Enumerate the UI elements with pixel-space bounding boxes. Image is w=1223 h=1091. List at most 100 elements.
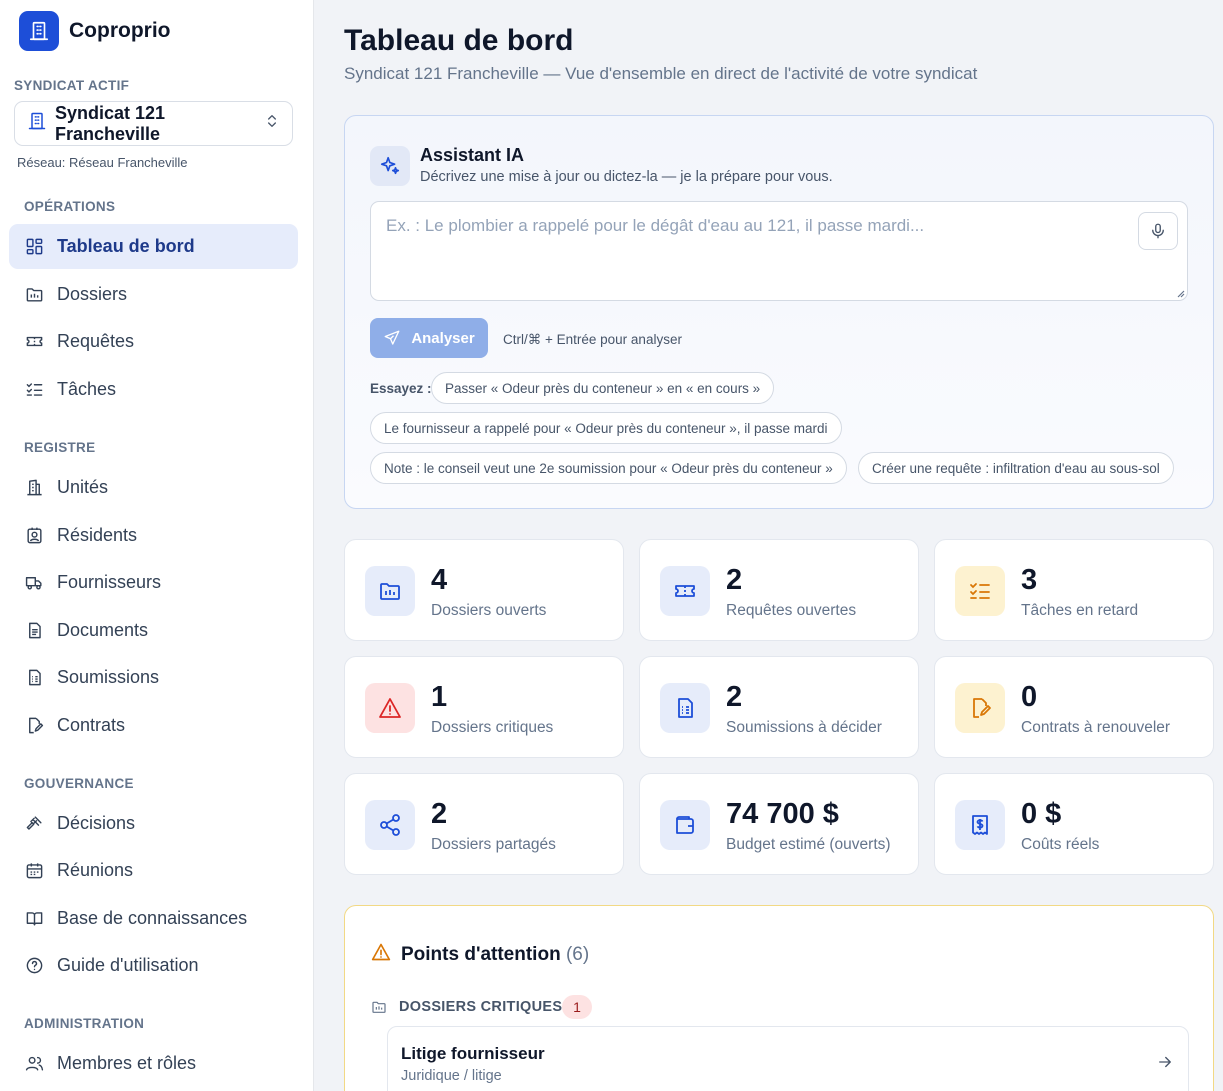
stat-card-budget[interactable]: 74 700 $ Budget estimé (ouverts) [639, 773, 919, 875]
nav-label: Base de connaissances [57, 908, 248, 928]
nav-label: Guide d'utilisation [57, 955, 199, 975]
chevron-updown-icon [264, 113, 280, 134]
section-administration: ADMINISTRATION [24, 1016, 145, 1031]
attention-title-text: Points d'attention [401, 944, 561, 965]
stat-label: Coûts réels [1021, 836, 1100, 853]
stat-card-couts-reels[interactable]: 0 $ Coûts réels [934, 773, 1214, 875]
assistant-input[interactable]: Ex. : Le plombier a rappelé pour le dégâ… [370, 201, 1188, 301]
assistant-description: Décrivez une mise à jour ou dictez-la — … [420, 169, 833, 185]
stat-value: 0 $ [1021, 798, 1062, 830]
stat-label: Requêtes ouvertes [726, 602, 857, 619]
users-icon [24, 1054, 44, 1074]
contract-icon [955, 683, 1005, 733]
wallet-icon [660, 800, 710, 850]
gavel-icon [24, 814, 44, 834]
stat-card-dossiers-partages[interactable]: 2 Dossiers partagés [344, 773, 624, 875]
stat-card-requetes-ouvertes[interactable]: 2 Requêtes ouvertes [639, 539, 919, 641]
stat-card-dossiers-ouverts[interactable]: 4 Dossiers ouverts [344, 539, 624, 641]
nav-item-fournisseurs[interactable]: Fournisseurs [9, 560, 298, 605]
help-icon [24, 956, 44, 976]
analyze-label: Analyser [411, 329, 475, 347]
checklist-icon [955, 566, 1005, 616]
suggestion-chip[interactable]: Le fournisseur a rappelé pour « Odeur pr… [370, 412, 842, 444]
attention-card: Points d'attention (6) DOSSIERS CRITIQUE… [344, 905, 1214, 1091]
nav-item-requetes[interactable]: Requêtes [9, 319, 298, 364]
nav-item-soumissions[interactable]: Soumissions [9, 655, 298, 700]
stat-card-taches-en-retard[interactable]: 3 Tâches en retard [934, 539, 1214, 641]
stat-label: Dossiers critiques [431, 719, 554, 736]
section-gouvernance: GOUVERNANCE [24, 776, 134, 791]
attention-title: Points d'attention (6) [401, 944, 589, 966]
assistant-placeholder: Ex. : Le plombier a rappelé pour le dégâ… [386, 216, 925, 235]
ticket-icon [660, 566, 710, 616]
nav-label: Documents [57, 620, 149, 640]
stat-value: 2 [431, 798, 448, 830]
nav-item-membres[interactable]: Membres et rôles [9, 1041, 298, 1086]
stat-label: Tâches en retard [1021, 602, 1139, 619]
stat-label: Dossiers ouverts [431, 602, 547, 619]
brand[interactable]: Coproprio [19, 11, 170, 51]
nav-item-contrats[interactable]: Contrats [9, 703, 298, 748]
stat-value: 2 [726, 681, 743, 713]
nav-item-residents[interactable]: Résidents [9, 513, 298, 558]
nav-label: Requêtes [57, 331, 135, 351]
nav-item-base-de-connaissances[interactable]: Base de connaissances [9, 896, 298, 941]
nav-label: Résidents [57, 525, 138, 545]
syndicat-name: Syndicat 121 Francheville [55, 102, 166, 144]
attention-item[interactable]: Litige fournisseur Juridique / litige [387, 1026, 1189, 1091]
stat-card-dossiers-critiques[interactable]: 1 Dossiers critiques [344, 656, 624, 758]
resize-handle-icon[interactable] [1175, 288, 1185, 298]
receipt-icon [955, 800, 1005, 850]
app-name: Coproprio [69, 19, 171, 42]
nav-item-taches[interactable]: Tâches [9, 367, 298, 412]
syndicat-selector[interactable]: Syndicat 121 Francheville [14, 101, 293, 146]
suggestion-chip[interactable]: Créer une requête : infiltration d'eau a… [858, 452, 1174, 484]
try-label: Essayez : [370, 381, 432, 396]
sidebar: Coproprio SYNDICAT ACTIF Syndicat 121 Fr… [0, 0, 314, 1091]
nav-item-unites[interactable]: Unités [9, 465, 298, 510]
assistant-title: Assistant IA [420, 145, 525, 165]
warning-icon [371, 942, 391, 967]
stat-value: 74 700 $ [726, 798, 839, 830]
building-icon [27, 111, 47, 136]
nav-label: Contrats [57, 715, 126, 735]
network-label: Réseau: Réseau Francheville [17, 155, 188, 170]
suggestion-chip[interactable]: Passer « Odeur près du conteneur » en « … [431, 372, 775, 404]
stat-value: 0 [1021, 681, 1038, 713]
analyze-button[interactable]: Analyser [370, 318, 488, 358]
nav-item-reunions[interactable]: Réunions [9, 848, 298, 893]
nav-item-tableau-de-bord[interactable]: Tableau de bord [9, 224, 298, 269]
resident-icon [24, 526, 44, 546]
stat-card-soumissions[interactable]: 2 Soumissions à décider [639, 656, 919, 758]
attention-count: (6) [565, 944, 590, 965]
nav-item-dossiers[interactable]: Dossiers [9, 272, 298, 317]
section-operations: OPÉRATIONS [24, 199, 116, 214]
suggestion-chip[interactable]: Note : le conseil veut une 2e soumission… [370, 452, 847, 484]
dictate-button[interactable] [1138, 212, 1178, 250]
keyboard-hint: Ctrl/⌘ + Entrée pour analyser [503, 332, 682, 347]
nav-label: Décisions [57, 813, 136, 833]
truck-icon [24, 573, 44, 593]
folder-icon [371, 999, 387, 1020]
critical-section-label: DOSSIERS CRITIQUES [399, 999, 563, 1015]
ai-assistant-card: Assistant IA Décrivez une mise à jour ou… [344, 115, 1214, 509]
arrow-right-icon [1156, 1053, 1174, 1076]
microphone-icon [1152, 223, 1164, 239]
nav-item-guide[interactable]: Guide d'utilisation [9, 943, 298, 988]
stat-label: Dossiers partagés [431, 836, 556, 853]
page-subtitle: Syndicat 121 Francheville — Vue d'ensemb… [344, 64, 978, 83]
attention-item-category: Juridique / litige [401, 1068, 502, 1084]
syndicat-label: SYNDICAT ACTIF [14, 78, 130, 93]
document-icon [24, 621, 44, 641]
send-icon [383, 329, 401, 347]
quote-icon [660, 683, 710, 733]
stat-card-contrats[interactable]: 0 Contrats à renouveler [934, 656, 1214, 758]
nav-label: Réunions [57, 860, 134, 880]
building-icon [24, 478, 44, 498]
stat-value: 3 [1021, 564, 1038, 596]
nav-label: Fournisseurs [57, 572, 162, 592]
nav-label: Unités [57, 477, 109, 497]
main-content: Tableau de bord Syndicat 121 Franchevill… [314, 0, 1223, 1091]
nav-item-documents[interactable]: Documents [9, 608, 298, 653]
nav-item-decisions[interactable]: Décisions [9, 801, 298, 846]
